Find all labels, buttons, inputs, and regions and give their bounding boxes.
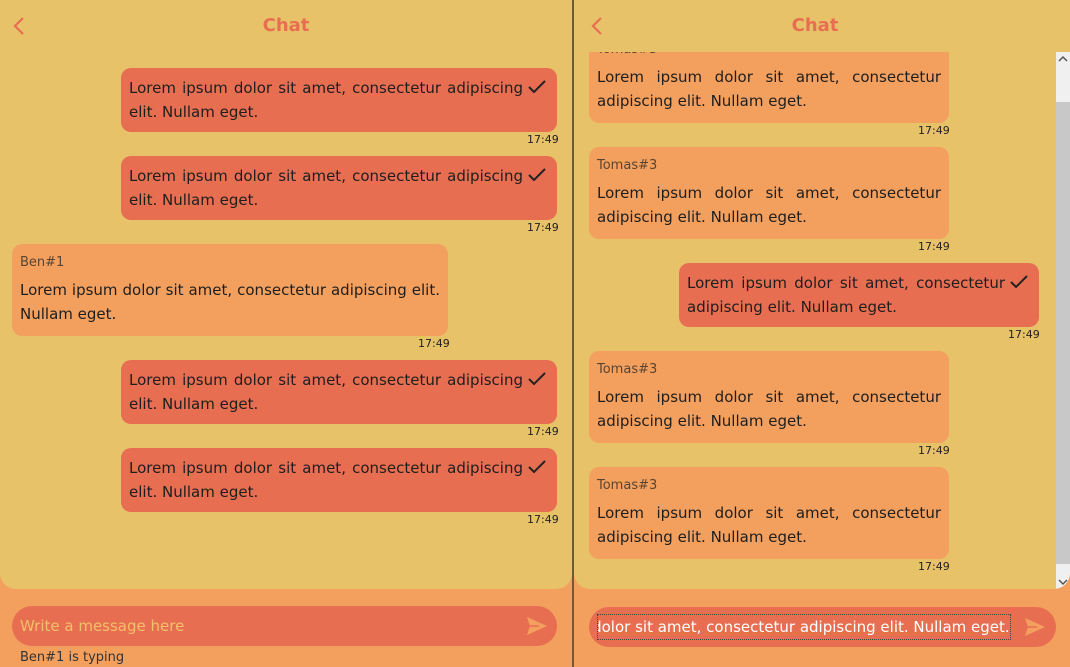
message-time: 17:49 bbox=[527, 513, 559, 526]
send-icon[interactable] bbox=[525, 615, 549, 637]
check-icon bbox=[528, 372, 546, 386]
message-sent: Lorem ipsum dolor sit amet, consectetur … bbox=[121, 448, 557, 512]
typing-status: Ben#1 is typing bbox=[20, 650, 125, 665]
chat-header: Chat bbox=[574, 0, 1070, 52]
sender-name: Ben#1 bbox=[20, 255, 65, 270]
chat-area[interactable]: Chat Lorem ipsum dolor sit amet, consect… bbox=[0, 0, 572, 589]
message-text: Lorem ipsum dolor sit amet, consectetur … bbox=[687, 274, 1005, 316]
message-received: Tomas#3 Lorem ipsum dolor sit amet, cons… bbox=[589, 147, 949, 239]
chat-area[interactable]: Chat Tomas#3 Lorem ipsum dolor sit amet,… bbox=[574, 0, 1070, 589]
message-sent: Lorem ipsum dolor sit amet, consectetur … bbox=[679, 263, 1039, 327]
message-text: Lorem ipsum dolor sit amet, consectetur … bbox=[597, 184, 941, 226]
message-time: 17:49 bbox=[918, 444, 950, 457]
message-bubble: Lorem ipsum dolor sit amet, consectetur … bbox=[679, 263, 1039, 327]
check-icon bbox=[528, 80, 546, 94]
chat-window-left: Chat Lorem ipsum dolor sit amet, consect… bbox=[0, 0, 572, 667]
message-bubble: Tomas#3 Lorem ipsum dolor sit amet, cons… bbox=[589, 351, 949, 443]
message-time: 17:49 bbox=[918, 124, 950, 137]
message-text: Lorem ipsum dolor sit amet, consectetur … bbox=[597, 388, 941, 430]
message-bubble: Ben#1 Lorem ipsum dolor sit amet, consec… bbox=[12, 244, 448, 336]
send-icon[interactable] bbox=[1023, 616, 1047, 638]
message-text: Lorem ipsum dolor sit amet, consectetur … bbox=[129, 167, 523, 209]
message-time: 17:49 bbox=[527, 221, 559, 234]
check-icon bbox=[1010, 275, 1028, 289]
message-bubble: Lorem ipsum dolor sit amet, consectetur … bbox=[121, 360, 557, 424]
scroll-up-icon[interactable] bbox=[1056, 52, 1070, 66]
message-text: Lorem ipsum dolor sit amet, consectetur … bbox=[129, 459, 523, 501]
message-text: Lorem ipsum dolor sit amet, consectetur … bbox=[129, 79, 523, 121]
message-time: 17:49 bbox=[527, 425, 559, 438]
message-time: 17:49 bbox=[1008, 328, 1040, 341]
chat-window-right: Chat Tomas#3 Lorem ipsum dolor sit amet,… bbox=[574, 0, 1070, 667]
message-text: Lorem ipsum dolor sit amet, consectetur … bbox=[129, 371, 523, 413]
message-bubble: Lorem ipsum dolor sit amet, consectetur … bbox=[121, 448, 557, 512]
message-sent: Lorem ipsum dolor sit amet, consectetur … bbox=[121, 68, 557, 132]
message-input[interactable] bbox=[597, 614, 1011, 640]
chat-title: Chat bbox=[262, 15, 310, 36]
message-bubble: Lorem ipsum dolor sit amet, consectetur … bbox=[121, 68, 557, 132]
message-text: Lorem ipsum dolor sit amet, consectetur … bbox=[597, 68, 941, 110]
scroll-down-icon[interactable] bbox=[1056, 575, 1070, 589]
message-time: 17:49 bbox=[418, 337, 450, 350]
message-bubble: Lorem ipsum dolor sit amet, consectetur … bbox=[121, 156, 557, 220]
message-received: Tomas#3 Lorem ipsum dolor sit amet, cons… bbox=[589, 351, 949, 443]
sender-name: Tomas#3 bbox=[597, 158, 658, 173]
message-text: Lorem ipsum dolor sit amet, consectetur … bbox=[597, 504, 941, 546]
message-sent: Lorem ipsum dolor sit amet, consectetur … bbox=[121, 360, 557, 424]
message-time: 17:49 bbox=[527, 133, 559, 146]
sender-name: Tomas#3 bbox=[597, 362, 658, 377]
message-time: 17:49 bbox=[918, 240, 950, 253]
scrollbar[interactable] bbox=[1056, 52, 1070, 589]
message-received: Ben#1 Lorem ipsum dolor sit amet, consec… bbox=[12, 244, 448, 336]
chat-header: Chat bbox=[0, 0, 572, 52]
message-bubble: Tomas#3 Lorem ipsum dolor sit amet, cons… bbox=[589, 147, 949, 239]
message-input-box bbox=[12, 606, 557, 646]
message-sent: Lorem ipsum dolor sit amet, consectetur … bbox=[121, 156, 557, 220]
chat-title: Chat bbox=[791, 15, 839, 36]
check-icon bbox=[528, 168, 546, 182]
check-icon bbox=[528, 460, 546, 474]
message-time: 17:49 bbox=[918, 560, 950, 573]
message-text: Lorem ipsum dolor sit amet, consectetur … bbox=[20, 281, 440, 323]
scrollbar-thumb[interactable] bbox=[1056, 102, 1070, 564]
sender-name: Tomas#3 bbox=[597, 478, 658, 493]
message-input[interactable] bbox=[20, 606, 515, 646]
message-input-box bbox=[589, 607, 1056, 647]
message-bubble: Tomas#3 Lorem ipsum dolor sit amet, cons… bbox=[589, 467, 949, 559]
message-received: Tomas#3 Lorem ipsum dolor sit amet, cons… bbox=[589, 467, 949, 559]
